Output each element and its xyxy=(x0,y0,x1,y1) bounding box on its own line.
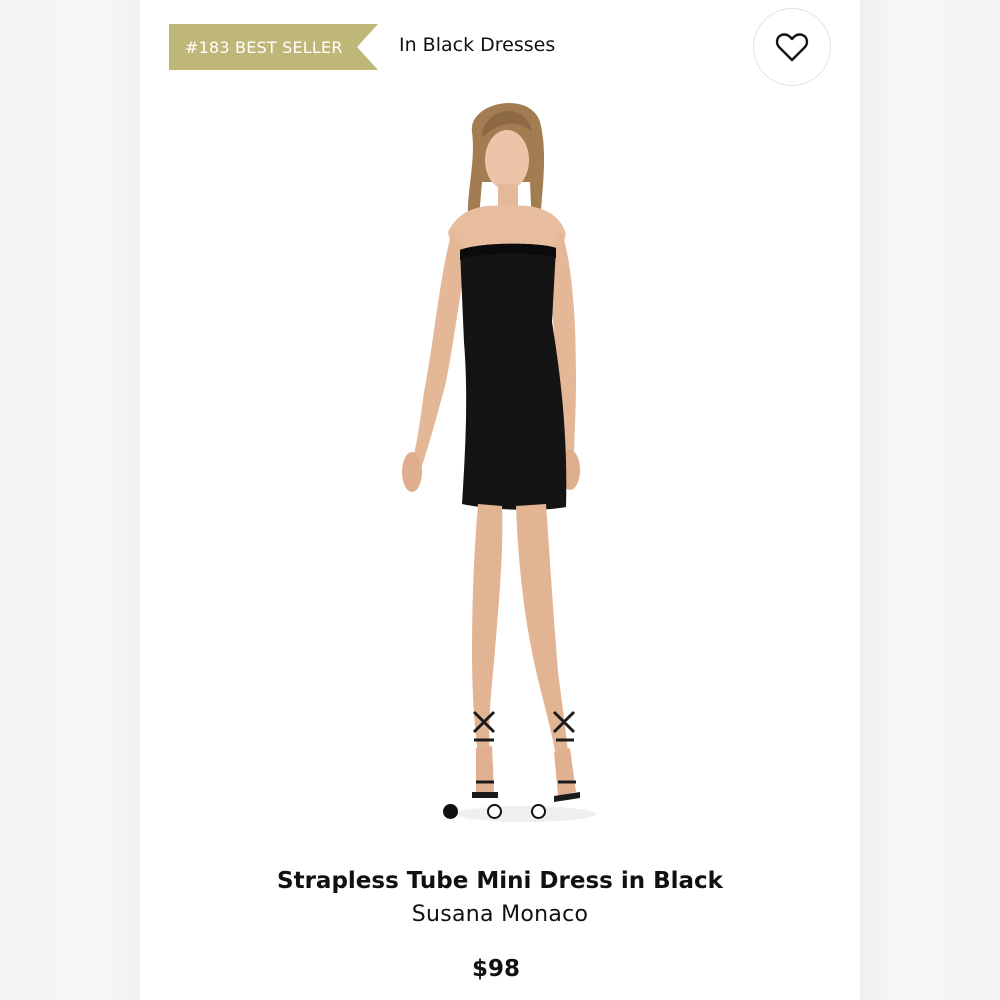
product-image[interactable] xyxy=(390,92,620,827)
best-seller-badge: #183 BEST SELLER xyxy=(169,24,378,70)
product-name[interactable]: Strapless Tube Mini Dress in Black xyxy=(140,868,860,894)
background-left xyxy=(0,0,140,1000)
carousel-dot-2[interactable] xyxy=(487,804,502,819)
carousel-dots xyxy=(443,804,546,819)
best-seller-label: #183 BEST SELLER xyxy=(185,37,343,57)
product-price: $98 xyxy=(471,956,520,982)
carousel-dot-3[interactable] xyxy=(531,804,546,819)
background-right xyxy=(860,0,1000,1000)
heart-outline-icon xyxy=(775,33,809,62)
favorite-button[interactable] xyxy=(753,8,831,86)
product-card: #183 BEST SELLER In Black Dresses Strapl… xyxy=(140,0,860,1000)
category-link[interactable]: In Black Dresses xyxy=(399,34,555,56)
carousel-dot-1[interactable] xyxy=(443,804,458,819)
brand-name[interactable]: Susana Monaco xyxy=(140,902,860,927)
